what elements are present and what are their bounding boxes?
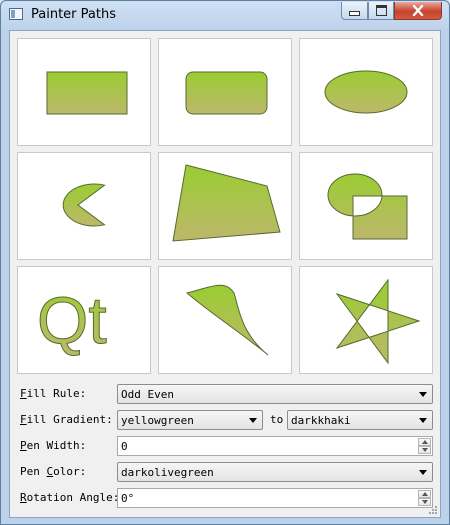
rotation-row: Rotation Angle: 0° bbox=[19, 488, 433, 508]
gradient-end-value: darkkhaki bbox=[291, 414, 351, 427]
rotation-value: 0° bbox=[121, 492, 135, 505]
pen-color-combo[interactable]: darkolivegreen bbox=[117, 462, 433, 482]
render-area-rounded-rectangle bbox=[158, 38, 292, 146]
minimize-icon bbox=[349, 11, 360, 16]
chevron-down-icon bbox=[419, 470, 427, 475]
painter-paths-window: Painter Paths Qt Fill Rule: Odd Even Fil… bbox=[0, 0, 450, 525]
chevron-down-icon bbox=[419, 418, 427, 423]
close-button[interactable] bbox=[394, 2, 442, 20]
close-icon bbox=[412, 5, 424, 16]
gradient-start-combo[interactable]: yellowgreen bbox=[117, 410, 263, 430]
render-area-text: Qt bbox=[17, 266, 151, 374]
spin-up-button[interactable] bbox=[418, 490, 431, 498]
star-path bbox=[335, 278, 421, 365]
group-path bbox=[327, 173, 408, 240]
fill-gradient-row: Fill Gradient: yellowgreen to darkkhaki bbox=[19, 410, 433, 430]
render-area-rectangle bbox=[17, 38, 151, 146]
curve-path bbox=[185, 284, 269, 356]
text-path: Qt bbox=[37, 283, 108, 358]
spin-down-button[interactable] bbox=[418, 446, 431, 454]
client-area: Qt Fill Rule: Odd Even Fill Gradient: ye… bbox=[9, 30, 441, 518]
polygon-path bbox=[172, 164, 281, 242]
pie-path bbox=[62, 183, 106, 227]
spin-buttons bbox=[418, 490, 431, 506]
minimize-button[interactable] bbox=[341, 2, 368, 20]
pen-width-value: 0 bbox=[121, 440, 128, 453]
fill-rule-label: Fill Rule: bbox=[20, 387, 87, 400]
app-window-icon[interactable] bbox=[9, 8, 23, 20]
spin-up-button[interactable] bbox=[418, 438, 431, 446]
pen-width-row: Pen Width: 0 bbox=[19, 436, 433, 456]
pen-color-label: Pen Color: bbox=[20, 465, 87, 478]
chevron-down-icon bbox=[419, 392, 427, 397]
pen-width-spinbox[interactable]: 0 bbox=[117, 436, 433, 456]
render-area-polygon bbox=[158, 152, 292, 260]
render-area-group bbox=[299, 152, 433, 260]
render-area-pie bbox=[17, 152, 151, 260]
render-area-grid: Qt bbox=[17, 38, 433, 378]
rounded-rectangle-path bbox=[185, 71, 268, 115]
ellipse-path bbox=[324, 70, 408, 114]
resize-grip-icon[interactable] bbox=[428, 505, 438, 515]
pen-color-value: darkolivegreen bbox=[121, 466, 214, 479]
spin-buttons bbox=[418, 438, 431, 454]
chevron-down-icon bbox=[249, 418, 257, 423]
title-bar[interactable]: Painter Paths bbox=[1, 1, 449, 29]
pen-width-label: Pen Width: bbox=[20, 439, 87, 452]
gradient-to-label: to bbox=[270, 413, 284, 426]
rectangle-path bbox=[46, 71, 128, 115]
render-area-curve bbox=[158, 266, 292, 374]
qt-text: Qt bbox=[37, 283, 107, 357]
fill-rule-row: Fill Rule: Odd Even bbox=[19, 384, 433, 404]
render-area-ellipse bbox=[299, 38, 433, 146]
fill-rule-value: Odd Even bbox=[121, 388, 174, 401]
rotation-spinbox[interactable]: 0° bbox=[117, 488, 433, 508]
window-title: Painter Paths bbox=[31, 7, 116, 22]
render-area-star bbox=[299, 266, 433, 374]
maximize-icon bbox=[375, 5, 387, 16]
maximize-button[interactable] bbox=[368, 2, 394, 20]
fill-gradient-label: Fill Gradient: bbox=[20, 413, 113, 426]
gradient-end-combo[interactable]: darkkhaki bbox=[287, 410, 433, 430]
rotation-label: Rotation Angle: bbox=[20, 491, 120, 504]
fill-rule-combo[interactable]: Odd Even bbox=[117, 384, 433, 404]
gradient-start-value: yellowgreen bbox=[121, 414, 194, 427]
pen-color-row: Pen Color: darkolivegreen bbox=[19, 462, 433, 482]
